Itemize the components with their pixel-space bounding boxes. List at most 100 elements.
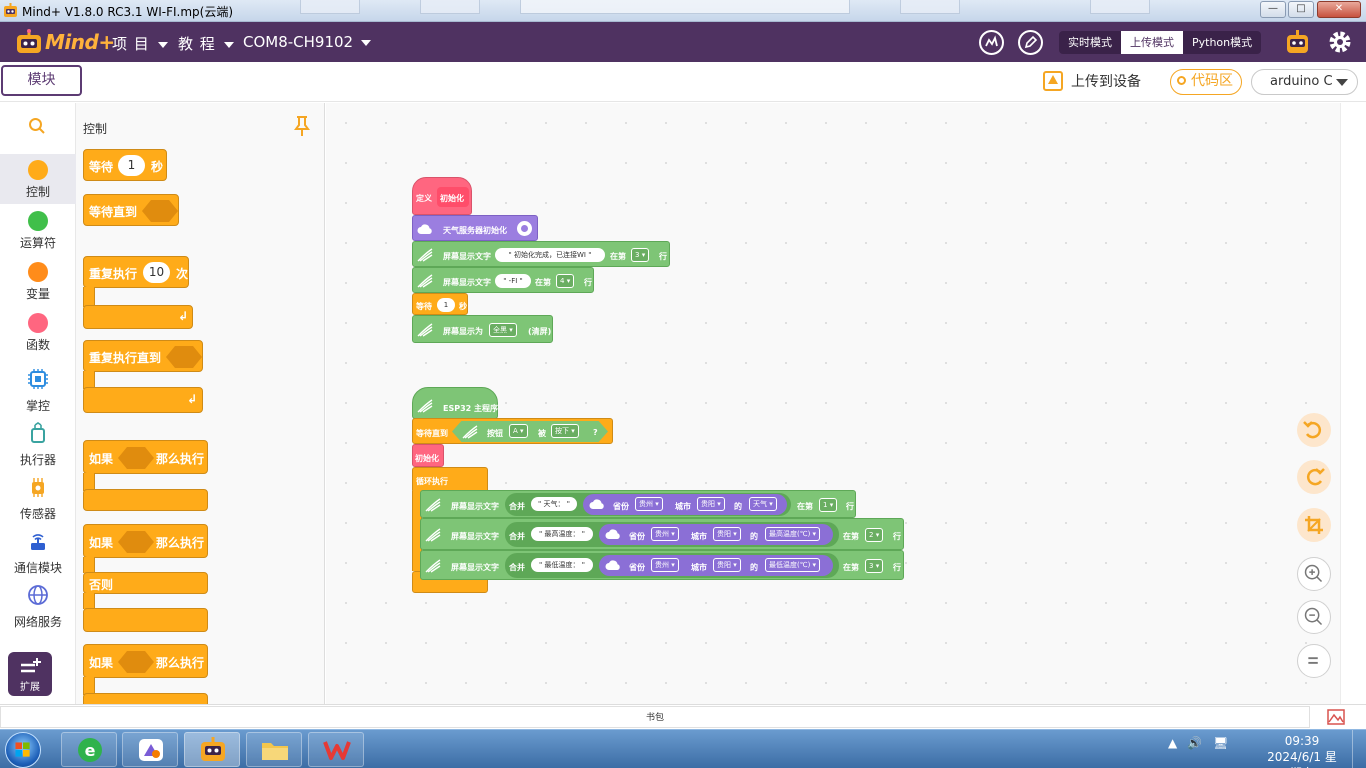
text-input[interactable]: " -FI " [495, 274, 531, 288]
maximize-button[interactable]: □ [1288, 1, 1314, 18]
button-state-dropdown[interactable]: 按下 ▾ [551, 424, 579, 438]
menu-port[interactable]: COM8-CH9102 [243, 33, 372, 51]
block-repeat[interactable]: 重复执行 10 次 [83, 256, 189, 288]
zoom-out-button[interactable] [1297, 600, 1331, 634]
category-network[interactable]: 网络服务 [0, 578, 76, 630]
fill-dropdown[interactable]: 全黑 ▾ [489, 323, 517, 337]
category-mpython[interactable]: 掌控 [0, 362, 76, 414]
windows-start-icon[interactable] [5, 732, 41, 768]
province-dropdown[interactable]: 贵州 ▾ [651, 527, 679, 541]
weather-query-block[interactable]: 省份 贵州 ▾ 城市 贵阳 ▾ 的 最高温度(℃) ▾ [599, 524, 833, 545]
block-screen-text-2[interactable]: 屏幕显示文字 " -FI " 在第 4 ▾ 行 [412, 267, 594, 293]
block-if-else[interactable]: 如果 那么执行 [83, 524, 208, 558]
user-avatar-icon[interactable] [1284, 29, 1311, 56]
category-variables[interactable]: 变量 [0, 256, 76, 306]
mode-python-button[interactable]: Python模式 [1183, 31, 1261, 54]
tray-arrow-icon[interactable]: ▲ [1168, 736, 1177, 750]
language-select[interactable]: arduino C [1251, 69, 1358, 95]
city-dropdown[interactable]: 贵阳 ▾ [713, 558, 741, 572]
join-block[interactable]: 合并 " 最低温度： " 省份 贵州 ▾ 城市 贵阳 ▾ 的 最低温度(℃) ▾ [505, 553, 839, 578]
join-block[interactable]: 合并 " 最高温度： " 省份 贵州 ▾ 城市 贵阳 ▾ 的 最高温度(℃) ▾ [505, 522, 839, 547]
weather-query-block[interactable]: 省份 贵州 ▾ 城市 贵阳 ▾ 的 天气 ▾ [583, 494, 787, 515]
boolean-slot[interactable] [166, 346, 202, 368]
category-functions[interactable]: 函数 [0, 307, 76, 357]
boolean-slot[interactable] [142, 200, 178, 222]
zoom-reset-button[interactable] [1297, 644, 1331, 678]
zoom-in-button[interactable] [1297, 557, 1331, 591]
text-input[interactable]: " 最低温度： " [531, 558, 593, 572]
block-screen-fill[interactable]: 屏幕显示为 全黑 ▾ (清屏) [412, 315, 553, 343]
block-screen-weather-3[interactable]: 屏幕显示文字 合并 " 最低温度： " 省份 贵州 ▾ 城市 贵阳 ▾ 的 最低… [420, 550, 904, 580]
system-clock[interactable]: 09:39 2024/6/1 星期六 [1262, 733, 1342, 768]
taskbar-explorer[interactable] [246, 732, 302, 767]
row-dropdown[interactable]: 3 ▾ [631, 248, 650, 262]
wait-input[interactable]: 1 [437, 298, 455, 312]
taskbar-app-2[interactable] [122, 732, 178, 767]
category-actuator[interactable]: 执行器 [0, 416, 76, 468]
taskbar-browser[interactable]: e [61, 732, 117, 767]
text-input[interactable]: " 天气： " [531, 497, 577, 511]
network-icon[interactable]: 🖥 [1213, 736, 1228, 750]
row-dropdown[interactable]: 3 ▾ [865, 559, 884, 573]
code-workspace[interactable]: 定义 初始化 天气服务器初始化 屏幕显示文字 " 初始化完成，已连接WI " 在… [326, 103, 1340, 704]
function-name-slot[interactable]: 初始化 [437, 187, 469, 207]
row-dropdown[interactable]: 1 ▾ [819, 498, 838, 512]
tab-modules[interactable]: 模块 [1, 65, 82, 96]
settings-gear-icon[interactable] [517, 221, 532, 236]
mindplus-logo[interactable]: Mind+ [14, 28, 115, 56]
block-if[interactable]: 如果 那么执行 [83, 440, 208, 474]
backpack-bar[interactable]: 书包 [0, 706, 1310, 728]
close-button[interactable]: ✕ [1317, 1, 1361, 18]
row-dropdown[interactable]: 4 ▾ [556, 274, 575, 288]
taskbar-wps[interactable] [308, 732, 364, 767]
block-repeat-until[interactable]: 重复执行直到 [83, 340, 203, 372]
menu-project[interactable]: 项 目 [112, 33, 168, 54]
image-icon[interactable] [1327, 709, 1345, 725]
weather-query-block[interactable]: 省份 贵州 ▾ 城市 贵阳 ▾ 的 最低温度(℃) ▾ [599, 555, 833, 576]
block-screen-weather-2[interactable]: 屏幕显示文字 合并 " 最高温度： " 省份 贵州 ▾ 城市 贵阳 ▾ 的 最高… [420, 518, 904, 550]
block-screen-weather-1[interactable]: 屏幕显示文字 合并 " 天气： " 省份 贵州 ▾ 城市 贵阳 ▾ 的 天气 ▾… [420, 490, 856, 518]
extension-button[interactable]: 扩展 [8, 652, 52, 696]
code-area-button[interactable]: 代码区 [1170, 69, 1242, 95]
repeat-input[interactable]: 10 [143, 262, 170, 283]
volume-icon[interactable]: 🔊 [1187, 736, 1202, 750]
province-dropdown[interactable]: 贵州 ▾ [651, 558, 679, 572]
edit-icon[interactable] [1018, 30, 1043, 55]
province-dropdown[interactable]: 贵州 ▾ [635, 497, 663, 511]
upload-to-device-button[interactable]: 上传到设备 [1043, 69, 1141, 93]
block-if[interactable]: 如果 那么执行 [83, 644, 208, 678]
mode-upload-button[interactable]: 上传模式 [1121, 31, 1183, 54]
text-input[interactable]: " 初始化完成，已连接WI " [495, 248, 605, 262]
category-sensor[interactable]: 传感器 [0, 470, 76, 522]
boolean-slot[interactable] [118, 447, 154, 469]
boolean-slot[interactable] [118, 651, 154, 673]
undo-button[interactable] [1297, 413, 1331, 447]
city-dropdown[interactable]: 贵阳 ▾ [713, 527, 741, 541]
block-wait-until[interactable]: 等待直到 按钮 A ▾ 被 按下 ▾ ? [412, 418, 613, 444]
search-icon[interactable] [28, 117, 46, 135]
weather-field-dropdown[interactable]: 最高温度(℃) ▾ [765, 527, 821, 541]
show-desktop-button[interactable] [1352, 730, 1366, 768]
block-screen-text-1[interactable]: 屏幕显示文字 " 初始化完成，已连接WI " 在第 3 ▾ 行 [412, 241, 670, 267]
category-communication[interactable]: 通信模块 [0, 524, 76, 576]
taskbar-mindplus[interactable] [184, 732, 240, 767]
weather-field-dropdown[interactable]: 最低温度(℃) ▾ [765, 558, 821, 572]
block-call-init[interactable]: 初始化 [412, 444, 444, 467]
city-dropdown[interactable]: 贵阳 ▾ [697, 497, 725, 511]
crop-button[interactable] [1297, 508, 1331, 542]
block-wait[interactable]: 等待 1 秒 [83, 149, 167, 181]
minimize-button[interactable]: — [1260, 1, 1286, 18]
pin-icon[interactable] [293, 115, 311, 137]
category-operators[interactable]: 运算符 [0, 205, 76, 255]
gear-icon[interactable] [1327, 29, 1353, 55]
block-wait-until[interactable]: 等待直到 [83, 194, 179, 226]
button-key-dropdown[interactable]: A ▾ [509, 424, 528, 438]
button-pressed-condition[interactable]: 按钮 A ▾ 被 按下 ▾ ? [452, 421, 608, 442]
menu-tutorial[interactable]: 教 程 [178, 33, 234, 54]
workspace-scrollbar[interactable] [1340, 103, 1366, 704]
row-dropdown[interactable]: 2 ▾ [865, 528, 884, 542]
mode-realtime-button[interactable]: 实时模式 [1059, 31, 1121, 54]
block-main-program[interactable]: ESP32 主程序 [412, 387, 498, 419]
dashboard-icon[interactable] [979, 30, 1004, 55]
text-input[interactable]: " 最高温度： " [531, 527, 593, 541]
